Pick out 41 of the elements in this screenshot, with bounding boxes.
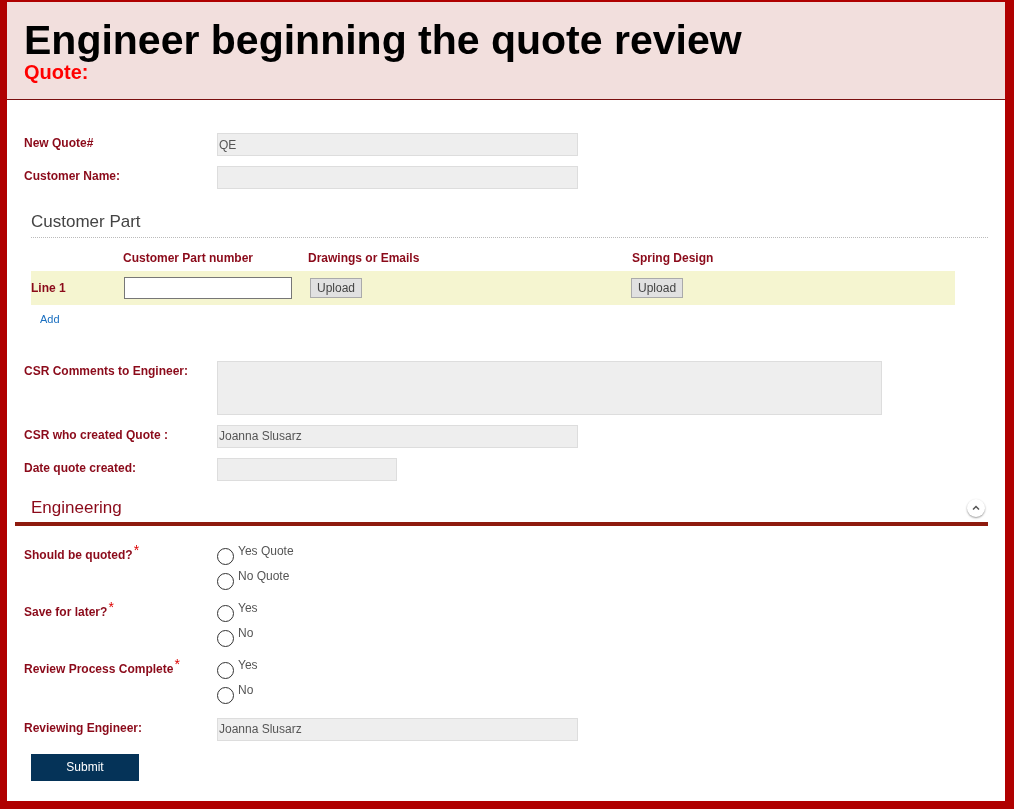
radio-button[interactable] (217, 547, 234, 565)
upload-button[interactable]: Upload (631, 278, 684, 298)
field-label: Date quote created: (24, 459, 138, 477)
page-subtitle: Quote: (24, 62, 89, 82)
radio-label: Yes (238, 600, 258, 615)
radio-button[interactable] (217, 661, 234, 679)
question-label: Save for later? (24, 603, 108, 621)
section-heading: Customer Part (30, 212, 142, 233)
column-header: Spring Design (632, 250, 714, 267)
column-header: Customer Part number (123, 250, 255, 267)
radio-label: Yes (238, 657, 258, 672)
required-mark: * (133, 543, 140, 556)
question-label: Should be quoted? (24, 546, 133, 564)
field-label: New Quote# (24, 135, 95, 152)
radio-label: No (238, 625, 254, 640)
question-label: Review Process Complete (24, 660, 174, 678)
required-mark: * (174, 657, 180, 670)
radio-button[interactable] (217, 572, 234, 590)
required-mark: * (108, 600, 114, 613)
add-link[interactable]: Add (40, 311, 60, 328)
field-label: CSR who created Quote : (24, 426, 170, 444)
radio-button[interactable] (217, 604, 234, 622)
line-label: Line 1 (31, 280, 67, 297)
field-label: Customer Name: (24, 168, 122, 185)
input-field[interactable]: QE (217, 133, 578, 156)
input-field[interactable] (124, 277, 292, 299)
upload-button[interactable]: Upload (310, 278, 363, 298)
field-label: CSR Comments to Engineer: (24, 362, 189, 380)
field-label: Reviewing Engineer: (24, 719, 144, 737)
section-heading: Engineering (31, 496, 122, 519)
radio-label: No Quote (238, 568, 290, 583)
radio-label: Yes Quote (238, 543, 294, 558)
radio-button[interactable] (217, 629, 234, 647)
input-field[interactable]: Joanna Slusarz (217, 424, 578, 448)
radio-button[interactable] (217, 686, 234, 704)
input-field[interactable]: Joanna Slusarz (217, 717, 578, 741)
column-header: Drawings or Emails (308, 250, 421, 267)
collapse-icon[interactable] (967, 498, 985, 517)
radio-label: No (238, 682, 254, 697)
submit-button[interactable]: Submit (31, 753, 139, 781)
date-field[interactable] (217, 457, 397, 481)
